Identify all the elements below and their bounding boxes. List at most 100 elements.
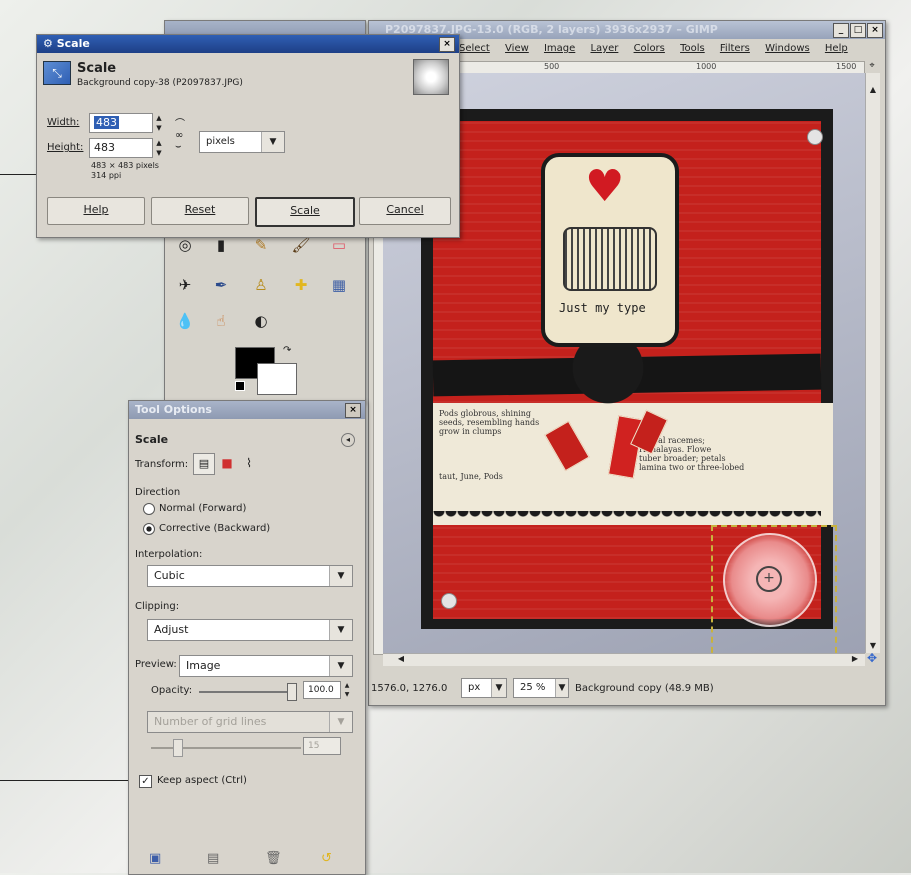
- menu-help[interactable]: Help: [825, 43, 848, 54]
- menu-tools[interactable]: Tools: [680, 43, 705, 54]
- airbrush-icon[interactable]: ✈: [175, 275, 195, 295]
- minimize-button[interactable]: _: [833, 23, 849, 38]
- navigation-icon[interactable]: ✥: [867, 651, 881, 665]
- ink-icon[interactable]: ✒: [211, 275, 231, 295]
- perspective-clone-icon[interactable]: ▦: [329, 275, 349, 295]
- menu-windows[interactable]: Windows: [765, 43, 810, 54]
- tool-options-title: Tool Options: [135, 403, 212, 416]
- unit-select[interactable]: px ▼: [461, 678, 507, 698]
- width-label: Width:: [47, 117, 80, 128]
- opacity-label: Opacity:: [151, 685, 193, 696]
- smudge-icon[interactable]: ☝: [211, 311, 231, 331]
- chevron-down-icon: ▼: [491, 679, 506, 697]
- keep-aspect-checkbox[interactable]: ✓: [139, 775, 152, 788]
- help-button[interactable]: Help: [47, 197, 145, 225]
- height-input[interactable]: 483: [89, 138, 153, 158]
- grid-lines-input: 15: [303, 737, 341, 755]
- menu-view[interactable]: View: [505, 43, 529, 54]
- menu-colors[interactable]: Colors: [634, 43, 665, 54]
- heal-icon[interactable]: ✚: [291, 275, 311, 295]
- opacity-input-value: 100.0: [308, 685, 334, 695]
- tool-options-window: Tool Options × Scale ◂ Transform: ▤ ■ ⌇ …: [128, 400, 366, 875]
- swap-colors-icon[interactable]: ↷: [283, 345, 291, 356]
- zoom-select[interactable]: 25 % ▼: [513, 678, 569, 698]
- unit-dropdown-value: pixels: [206, 136, 235, 147]
- resolution-info: 314 ppi: [91, 171, 122, 180]
- pencil-icon[interactable]: ✎: [251, 235, 271, 255]
- blur-icon[interactable]: 💧: [175, 311, 195, 331]
- close-button[interactable]: ×: [439, 37, 455, 52]
- image-menubar: Select View Image Layer Colors Tools Fil…: [459, 43, 860, 54]
- ruler-mark-1000: 1000: [696, 62, 717, 71]
- fuzzy-select-icon[interactable]: ◎: [175, 235, 195, 255]
- card-tag: ♥ Just my type: [541, 153, 679, 347]
- save-options-icon[interactable]: ▣: [149, 851, 165, 867]
- scale-dialog-titlebar[interactable]: ⚙ Scale ×: [37, 35, 459, 53]
- scroll-left-arrow[interactable]: ◀: [395, 654, 407, 666]
- interpolation-label: Interpolation:: [135, 549, 203, 560]
- height-spinner[interactable]: ▲ ▼: [154, 138, 164, 158]
- preview-select[interactable]: Image ▼: [179, 655, 353, 677]
- scroll-up-arrow[interactable]: ▲: [867, 85, 879, 95]
- blend-icon[interactable]: ▮: [211, 235, 231, 255]
- reset-button[interactable]: Reset: [151, 197, 249, 225]
- cancel-button[interactable]: Cancel: [359, 197, 451, 225]
- opacity-slider-handle[interactable]: [287, 683, 297, 701]
- brush-icon[interactable]: 🖌: [291, 235, 311, 255]
- scroll-down-arrow[interactable]: ▼: [867, 641, 879, 651]
- vertical-scrollbar[interactable]: ▲ ▼: [865, 73, 880, 653]
- layer-preview-thumbnail: [413, 59, 449, 95]
- direction-normal-radio[interactable]: [143, 503, 155, 515]
- navigate-icon[interactable]: ⌖: [865, 61, 879, 73]
- width-input[interactable]: 483: [89, 113, 153, 133]
- transform-layer-icon[interactable]: ▤: [193, 453, 215, 475]
- direction-label: Direction: [135, 487, 181, 498]
- reset-to-default-icon[interactable]: ↺: [321, 851, 337, 867]
- close-button[interactable]: ×: [867, 23, 883, 38]
- menu-layer[interactable]: Layer: [590, 43, 618, 54]
- restore-options-icon[interactable]: ▤: [207, 851, 223, 867]
- interpolation-select[interactable]: Cubic ▼: [147, 565, 353, 587]
- horizontal-scrollbar[interactable]: ◀ ▶: [383, 653, 865, 666]
- width-spinner[interactable]: ▲ ▼: [154, 113, 164, 133]
- unit-dropdown[interactable]: pixels ▼: [199, 131, 285, 153]
- scale-button[interactable]: Scale: [255, 197, 355, 227]
- chain-link-icon[interactable]: ⌒ ∞ ⌣: [175, 119, 185, 153]
- opacity-slider-track[interactable]: [199, 691, 297, 693]
- transform-path-icon[interactable]: ⌇: [241, 455, 257, 471]
- chevron-down-icon: ▼: [329, 656, 352, 676]
- delete-options-icon[interactable]: 🗑: [265, 851, 282, 867]
- background-color-swatch[interactable]: [257, 363, 297, 395]
- default-colors-icon[interactable]: [235, 381, 245, 391]
- direction-corrective-label: Corrective (Backward): [159, 523, 271, 534]
- chevron-down-icon: ▼: [329, 566, 352, 586]
- close-button[interactable]: ×: [345, 403, 361, 418]
- clipping-select[interactable]: Adjust ▼: [147, 619, 353, 641]
- menu-filters[interactable]: Filters: [720, 43, 750, 54]
- preview-select-value: Image: [186, 659, 221, 672]
- menu-image[interactable]: Image: [544, 43, 575, 54]
- opacity-spinner[interactable]: ▲ ▼: [342, 681, 352, 699]
- direction-corrective-radio[interactable]: [143, 523, 155, 535]
- interpolation-select-value: Cubic: [154, 569, 185, 582]
- clone-icon[interactable]: ♙: [251, 275, 271, 295]
- opacity-input[interactable]: 100.0: [303, 681, 341, 699]
- tool-options-titlebar[interactable]: Tool Options ×: [129, 401, 365, 419]
- card-tag-text: Just my type: [559, 301, 646, 315]
- card-page-line: Himalayas. Flowe: [639, 445, 712, 454]
- scroll-right-arrow[interactable]: ▶: [849, 654, 861, 666]
- scale-header-subtitle: Background copy-38 (P2097837.JPG): [77, 78, 243, 88]
- transform-selection-icon[interactable]: ■: [219, 455, 235, 471]
- pointer-coords: 1576.0, 1276.0: [371, 683, 448, 694]
- card-scallop-border: [433, 511, 821, 523]
- dodge-icon[interactable]: ◐: [251, 311, 271, 331]
- reset-options-icon[interactable]: ◂: [341, 433, 355, 447]
- maximize-button[interactable]: □: [850, 23, 866, 38]
- chevron-down-icon: ▼: [261, 132, 284, 152]
- eraser-icon[interactable]: ▭: [329, 235, 349, 255]
- clipping-select-value: Adjust: [154, 623, 189, 636]
- menu-select[interactable]: Select: [459, 43, 490, 54]
- zoom-select-value: 25 %: [520, 682, 546, 693]
- scale-dialog-title: Scale: [56, 37, 90, 50]
- chevron-down-icon: ▼: [555, 679, 568, 697]
